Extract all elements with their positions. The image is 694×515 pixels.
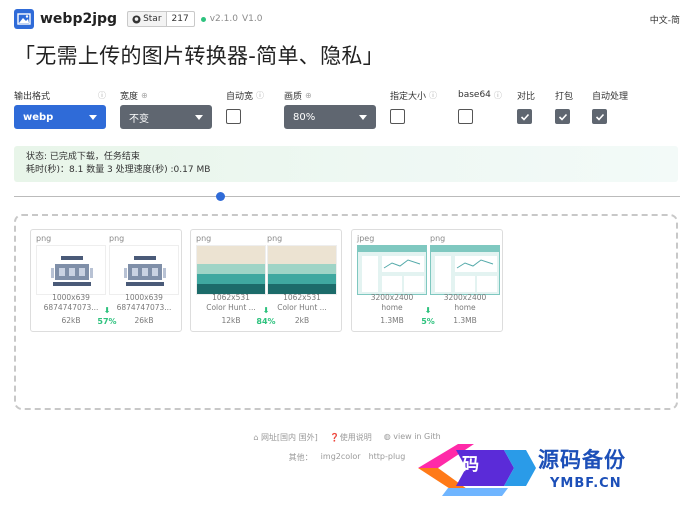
source-thumbnail[interactable] — [357, 245, 427, 295]
source-preview: png — [196, 234, 266, 295]
github-star-button[interactable]: Star 217 — [127, 11, 195, 27]
width-select[interactable]: 不变 — [120, 105, 212, 129]
saving-percent: 5% — [421, 317, 435, 326]
source-preview: png — [36, 234, 106, 295]
watermark-url: YMBF.CN — [550, 476, 622, 491]
github-icon — [132, 14, 141, 24]
base64-checkbox[interactable] — [458, 109, 473, 124]
checkmark-icon — [520, 113, 529, 121]
help-icon[interactable]: ⓘ — [429, 90, 437, 101]
output-size: 1.3MB — [453, 316, 477, 325]
result-card[interactable]: png png 1000x639 6874747073... 62kB 1000… — [30, 229, 182, 332]
compare-slider[interactable] — [14, 188, 680, 204]
source-preview: jpeg — [357, 234, 427, 295]
output-preview: png — [109, 234, 179, 295]
arrow-down-icon: ⬇ — [103, 306, 111, 315]
compare-control: 对比 — [517, 88, 551, 124]
star-label: Star — [143, 14, 162, 24]
version-info: v2.1.0 V1.0 — [200, 14, 262, 24]
fixed-size-checkbox[interactable] — [390, 109, 405, 124]
output-dimensions: 3200x2400 — [443, 293, 487, 302]
help-circle-icon: ❓ — [329, 433, 340, 442]
arrow-down-icon: ⬇ — [424, 306, 432, 315]
app-header: webp2jpg Star 217 v2.1.0 V1.0 中文-简 — [14, 8, 680, 30]
source-dimensions: 1062x531 — [212, 293, 250, 302]
help-icon[interactable]: ⓘ — [494, 90, 502, 101]
app-name[interactable]: webp2jpg — [40, 11, 117, 27]
compare-checkbox[interactable] — [517, 109, 532, 124]
width-control: 宽度 ⊕ 不变 — [120, 88, 212, 129]
help-icon[interactable]: ⓘ — [256, 90, 264, 101]
source-dimensions: 1000x639 — [52, 293, 90, 302]
status-panel: 状态: 已完成下载，任务结束 耗时(秒)：8.1 数量 3 处理速度(秒) :0… — [14, 146, 678, 182]
auto-width-control: 自动宽 ⓘ — [226, 88, 272, 124]
caret-down-icon — [359, 114, 367, 120]
version-legacy[interactable]: V1.0 — [242, 14, 262, 24]
source-thumbnail[interactable] — [36, 245, 106, 295]
output-preview: png — [430, 234, 500, 295]
output-thumbnail[interactable] — [267, 245, 337, 295]
result-card[interactable]: png png 1062x531 Color Hunt ... 12kB 106… — [190, 229, 342, 332]
output-filename: home — [454, 303, 476, 312]
source-thumbnail[interactable] — [196, 245, 266, 295]
http-plug-link[interactable]: http-plug — [369, 452, 406, 463]
auto-process-control: 自动处理 — [592, 88, 652, 124]
status-dot-icon — [200, 16, 206, 22]
page-headline: 「无需上传的图片转换器-简单、隐私」 — [14, 44, 384, 68]
checkmark-icon — [558, 113, 567, 121]
status-stats: 耗时(秒)：8.1 数量 3 处理速度(秒) :0.17 MB — [26, 165, 211, 175]
help-icon[interactable]: ⓘ — [98, 90, 106, 101]
img2color-link[interactable]: img2color — [321, 452, 361, 463]
output-format-select[interactable]: webp — [14, 105, 106, 129]
star-count[interactable]: 217 — [166, 11, 195, 27]
output-format-control: 输出格式 ⓘ webp — [14, 88, 106, 129]
status-text: 状态: 已完成下载，任务结束 — [26, 152, 140, 162]
info-icon[interactable]: ⊕ — [141, 91, 148, 100]
saving-percent: 57% — [97, 317, 117, 326]
pack-checkbox[interactable] — [555, 109, 570, 124]
site-link[interactable]: ⌂ 网址[国内 国外] — [253, 432, 317, 443]
fixed-size-control: 指定大小 ⓘ — [390, 88, 450, 124]
output-size: 26kB — [134, 316, 154, 325]
image-logo-icon — [14, 9, 34, 29]
auto-width-checkbox[interactable] — [226, 109, 241, 124]
checkmark-icon — [595, 113, 604, 121]
quality-control: 画质 ⊕ 80% — [284, 88, 376, 129]
source-dimensions: 3200x2400 — [370, 293, 414, 302]
slider-track[interactable] — [14, 196, 680, 197]
version-current[interactable]: v2.1.0 — [210, 14, 238, 24]
output-thumbnail[interactable] — [430, 245, 500, 295]
watermark: 码 源码备份 YMBF.CN — [418, 438, 688, 498]
watermark-char: 码 — [462, 455, 479, 475]
help-link[interactable]: ❓使用说明 — [330, 432, 372, 443]
output-filename: 6874747073... — [116, 303, 172, 312]
quality-select[interactable]: 80% — [284, 105, 376, 129]
slider-handle[interactable] — [216, 192, 226, 201]
home-icon: ⌂ — [253, 433, 259, 442]
caret-down-icon — [195, 114, 203, 120]
language-switcher[interactable]: 中文-简 — [650, 13, 680, 26]
watermark-title: 源码备份 — [538, 448, 626, 472]
arrow-down-icon: ⬇ — [262, 306, 270, 315]
output-dimensions: 1000x639 — [125, 293, 163, 302]
saving-percent: 84% — [256, 317, 276, 326]
base64-control: base64 ⓘ — [458, 88, 514, 124]
result-card[interactable]: jpeg png 3200x2400 home 1.3MB 3200x2400 … — [351, 229, 503, 332]
output-dimensions: 1062x531 — [283, 293, 321, 302]
info-icon[interactable]: ⊕ — [305, 91, 312, 100]
output-preview: png — [267, 234, 337, 295]
output-thumbnail[interactable] — [109, 245, 179, 295]
auto-process-checkbox[interactable] — [592, 109, 607, 124]
github-icon: ◍ — [383, 432, 391, 441]
settings-row: 输出格式 ⓘ webp 宽度 ⊕ 不变 自动宽 ⓘ 画质 ⊕ 80% 指定大小 ⓘ bas… — [14, 88, 680, 132]
caret-down-icon — [89, 114, 97, 120]
pack-control: 打包 — [555, 88, 589, 124]
